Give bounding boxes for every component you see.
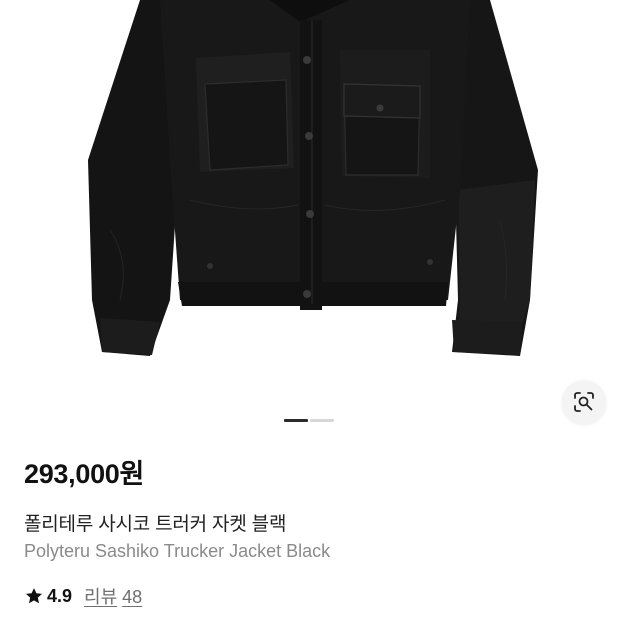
visual-search-icon xyxy=(574,392,594,412)
pager-dot[interactable] xyxy=(310,419,334,422)
visual-search-button[interactable] xyxy=(562,380,606,424)
review-link[interactable]: 리뷰 48 xyxy=(84,583,147,609)
star-icon xyxy=(26,588,42,604)
rating-value: 4.9 xyxy=(47,585,73,606)
product-image-area[interactable] xyxy=(0,0,620,430)
product-image xyxy=(88,0,538,356)
review-count: 48 xyxy=(122,587,143,607)
review-label: 리뷰 xyxy=(84,587,118,607)
rating-row: 4.9 리뷰 48 xyxy=(24,583,147,609)
pager-dot-active[interactable] xyxy=(284,419,308,422)
gallery-pager xyxy=(284,419,334,422)
product-name-korean: 폴리테루 사시코 트러커 자켓 블랙 xyxy=(24,514,287,535)
product-name-english: Polyteru Sashiko Trucker Jacket Black xyxy=(24,541,331,561)
product-price: 293,000원 xyxy=(24,459,145,489)
